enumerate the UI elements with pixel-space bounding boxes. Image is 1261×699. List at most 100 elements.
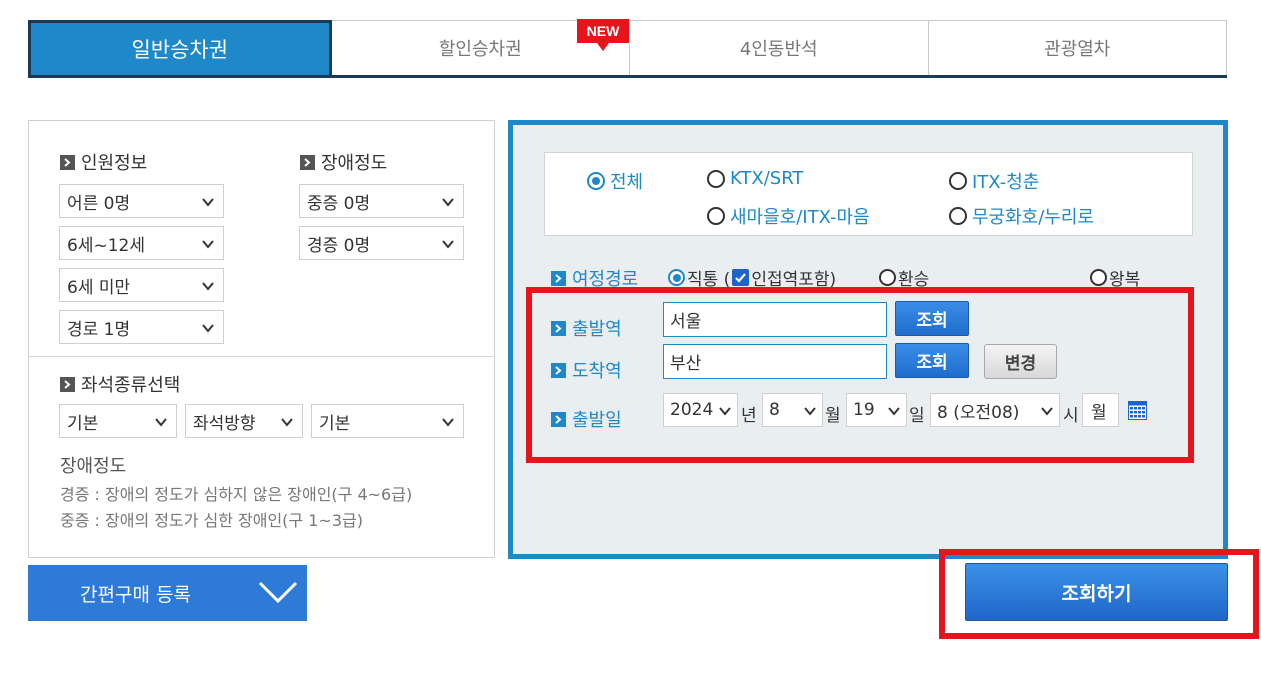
quick-purchase-register-button[interactable]: 간편구매 등록 <box>28 565 307 621</box>
new-badge: NEW <box>575 17 631 55</box>
section-divider <box>29 356 494 357</box>
seat-position-select[interactable]: 기본 <box>311 404 464 438</box>
checkbox-checked-icon[interactable] <box>732 269 750 286</box>
departure-station-input[interactable] <box>663 302 887 337</box>
train-type-selector: 전체 KTX/SRT ITX-청춘 새마을호/ITX-마음 무궁화호/누리로 <box>544 152 1193 236</box>
day-unit: 일 <box>909 406 925 426</box>
radio-icon[interactable] <box>707 207 725 225</box>
date-label: 출발일 <box>572 410 622 431</box>
train-type-all-option[interactable]: 전체 <box>587 168 643 194</box>
arrival-lookup-button[interactable]: 조회 <box>895 343 969 378</box>
disability-info-title: 장애정도 <box>60 456 127 477</box>
month-unit: 월 <box>825 406 841 426</box>
search-button[interactable]: 조회하기 <box>965 563 1228 621</box>
severe-disability-description: 중증 : 장애의 정도가 심한 장애인(구 1~3급) <box>60 511 363 530</box>
train-type-mugunghwa-label: 무궁화호/누리로 <box>972 207 1094 228</box>
chevron-down-icon <box>155 418 167 427</box>
seat-direction-select[interactable]: 좌석방향 <box>185 404 303 438</box>
child-count-value: 6세~12세 <box>67 235 145 256</box>
severe-disability-select[interactable]: 중증 0명 <box>299 184 464 218</box>
tab-discount-ticket[interactable]: 할인승차권 NEW <box>331 17 631 75</box>
arrow-right-icon <box>60 154 75 170</box>
arrow-right-icon <box>551 320 566 336</box>
train-type-saemaeul-option[interactable]: 새마을호/ITX-마음 <box>707 203 870 229</box>
chevron-down-icon <box>258 581 298 604</box>
weekday-display: 월 <box>1082 393 1119 427</box>
chevron-down-icon <box>442 240 454 249</box>
train-type-saemaeul-label: 새마을호/ITX-마음 <box>730 207 870 228</box>
passenger-info-title: 인원정보 <box>60 149 147 175</box>
adult-count-select[interactable]: 어른 0명 <box>59 184 224 218</box>
chevron-down-icon <box>442 198 454 207</box>
arrival-label: 도착역 <box>572 361 622 382</box>
chevron-down-icon <box>719 407 731 416</box>
disability-title: 장애정도 <box>300 149 387 175</box>
tab-four-person-seat[interactable]: 4인동반석 <box>630 20 929 75</box>
severe-disability-value: 중증 0명 <box>307 193 371 214</box>
year-select[interactable]: 2024 <box>663 393 738 427</box>
month-select[interactable]: 8 <box>762 393 823 427</box>
chevron-down-icon <box>281 418 293 427</box>
radio-icon[interactable] <box>879 269 896 286</box>
disability-label: 장애정도 <box>321 153 388 174</box>
seat-type-value: 기본 <box>67 413 99 434</box>
seat-position-value: 기본 <box>319 413 351 434</box>
radio-icon[interactable] <box>707 169 725 188</box>
arrow-right-icon <box>300 154 315 170</box>
hour-select[interactable]: 8 (오전08) <box>930 393 1060 427</box>
chevron-down-icon <box>442 418 454 427</box>
calendar-icon[interactable] <box>1128 401 1147 420</box>
year-value: 2024 <box>670 400 714 420</box>
tab-four-person-seat-label: 4인동반석 <box>739 39 818 60</box>
radio-selected-icon[interactable] <box>668 269 685 286</box>
arrival-station-input[interactable] <box>663 344 887 379</box>
radio-icon[interactable] <box>949 172 967 190</box>
train-type-itx-option[interactable]: ITX-청춘 <box>949 168 1039 194</box>
train-type-all-label: 전체 <box>610 172 644 193</box>
chevron-down-icon <box>202 282 214 291</box>
tab-general-ticket[interactable]: 일반승차권 <box>28 20 332 75</box>
tab-tourist-train-label: 관광열차 <box>1044 39 1111 60</box>
mild-disability-select[interactable]: 경증 0명 <box>299 226 464 260</box>
arrow-right-icon <box>551 411 566 427</box>
weekday-value: 월 <box>1091 402 1107 423</box>
year-unit: 년 <box>741 406 757 426</box>
swap-stations-button[interactable]: 변경 <box>984 344 1057 379</box>
departure-label: 출발역 <box>572 319 622 340</box>
train-type-itx-label: ITX-청춘 <box>972 172 1040 193</box>
train-type-ktx-label: KTX/SRT <box>730 168 804 189</box>
senior-count-value: 경로 1명 <box>67 319 131 340</box>
seat-type-title: 좌석종류선택 <box>60 371 180 397</box>
arrow-right-icon <box>551 362 566 378</box>
tab-discount-ticket-label: 할인승차권 <box>438 39 522 60</box>
chevron-down-icon <box>1041 407 1053 416</box>
mild-disability-description: 경증 : 장애의 정도가 심하지 않은 장애인(구 4~6급) <box>60 485 413 504</box>
departure-title: 출발역 <box>551 315 622 341</box>
departure-lookup-button[interactable]: 조회 <box>895 301 969 336</box>
radio-icon[interactable] <box>949 207 967 225</box>
tab-general-ticket-label: 일반승차권 <box>131 38 229 62</box>
hour-unit: 시 <box>1063 406 1079 426</box>
train-type-ktx-option[interactable]: KTX/SRT <box>707 168 803 189</box>
seat-type-select[interactable]: 기본 <box>59 404 177 438</box>
train-type-mugunghwa-option[interactable]: 무궁화호/누리로 <box>949 203 1094 229</box>
arrival-title: 도착역 <box>551 357 622 383</box>
adult-count-value: 어른 0명 <box>67 193 131 214</box>
senior-count-select[interactable]: 경로 1명 <box>59 310 224 344</box>
infant-count-value: 6세 미만 <box>67 277 131 298</box>
journey-search-panel: 전체 KTX/SRT ITX-청춘 새마을호/ITX-마음 무궁화호/누리로 여… <box>508 120 1228 559</box>
passenger-info-label: 인원정보 <box>81 153 148 174</box>
chevron-down-icon <box>202 324 214 333</box>
chevron-down-icon <box>804 407 816 416</box>
month-value: 8 <box>769 400 780 420</box>
radio-selected-icon[interactable] <box>587 172 605 190</box>
day-select[interactable]: 19 <box>846 393 907 427</box>
radio-icon[interactable] <box>1090 269 1107 286</box>
date-title: 출발일 <box>551 406 622 432</box>
tab-tourist-train[interactable]: 관광열차 <box>928 20 1227 75</box>
hour-value: 8 (오전08) <box>937 402 1020 423</box>
infant-count-select[interactable]: 6세 미만 <box>59 268 224 302</box>
quick-purchase-label: 간편구매 등록 <box>80 583 191 606</box>
chevron-down-icon <box>888 407 900 416</box>
child-count-select[interactable]: 6세~12세 <box>59 226 224 260</box>
